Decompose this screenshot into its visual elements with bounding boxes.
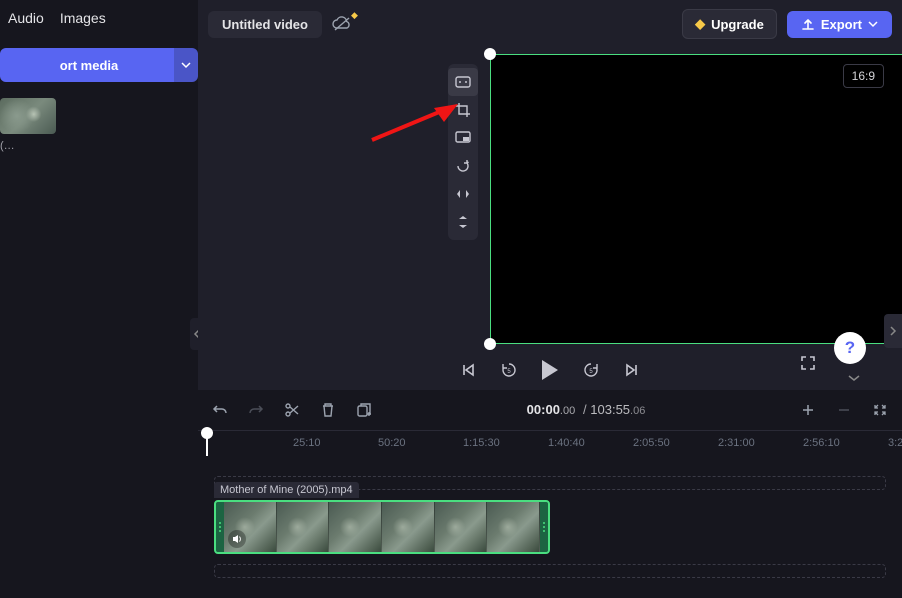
svg-text:5: 5: [589, 369, 593, 375]
chevron-down-icon: [181, 60, 191, 70]
ruler-tick: 1:15:30: [463, 437, 500, 449]
delete-button[interactable]: [320, 402, 336, 418]
track-placeholder-below[interactable]: [214, 564, 886, 578]
video-clip[interactable]: [214, 500, 550, 554]
left-panel: Audio Images ort media (…: [0, 0, 198, 380]
resize-handle-tl[interactable]: [484, 48, 496, 60]
import-media-button[interactable]: ort media: [0, 48, 174, 82]
tracks-area: Mother of Mine (2005).mp4: [198, 456, 902, 598]
crop-tool[interactable]: [448, 96, 478, 124]
chevron-down-icon: [868, 19, 878, 29]
media-tabs: Audio Images: [0, 0, 198, 36]
pip-tool[interactable]: [448, 124, 478, 152]
zoom-out-button[interactable]: [836, 402, 852, 418]
fullscreen-button[interactable]: [800, 355, 816, 376]
zoom-in-button[interactable]: [800, 402, 816, 418]
fit-timeline-button[interactable]: [872, 402, 888, 418]
chevron-down-icon: [848, 373, 860, 383]
playback-controls: 5 5: [460, 360, 640, 380]
clip-filename-label: Mother of Mine (2005).mp4: [214, 482, 359, 498]
flip-vertical-tool[interactable]: [448, 208, 478, 236]
clip-frame: [277, 502, 330, 552]
media-thumbnail[interactable]: [0, 98, 56, 134]
project-title[interactable]: Untitled video: [208, 11, 322, 38]
duplicate-button[interactable]: [356, 402, 372, 418]
clip-frames: [224, 502, 540, 552]
import-media-row: ort media: [0, 48, 198, 82]
clip-trim-left[interactable]: [216, 502, 224, 552]
gem-icon: ◆: [695, 16, 705, 32]
export-label: Export: [821, 17, 862, 32]
aspect-ratio-button[interactable]: 16:9: [843, 64, 884, 88]
import-media-caret[interactable]: [174, 48, 198, 82]
ruler-tick: 2:05:50: [633, 437, 670, 449]
clip-frame: [329, 502, 382, 552]
clip-frame: [435, 502, 488, 552]
resize-handle-bl[interactable]: [484, 338, 496, 350]
upload-icon: [801, 17, 815, 31]
tab-audio[interactable]: Audio: [8, 10, 44, 26]
upgrade-button[interactable]: ◆ Upgrade: [682, 9, 777, 39]
playhead[interactable]: [206, 431, 208, 456]
timeline-area: 00:00.00 / 103:55.06 25:10 50:20 1:15:30 1:…: [198, 390, 902, 596]
split-button[interactable]: [284, 402, 300, 418]
ruler-tick: 50:20: [378, 437, 406, 449]
timecode-display: 00:00.00 / 103:55.06: [392, 402, 780, 418]
annotation-arrow: [368, 104, 458, 144]
timeline-ruler[interactable]: 25:10 50:20 1:15:30 1:40:40 2:05:50 2:31:00 2:…: [198, 430, 902, 456]
forward-5-button[interactable]: 5: [582, 361, 600, 379]
topbar: Untitled video ◆ ◆ Upgrade Export: [198, 0, 902, 48]
ruler-tick: 1:40:40: [548, 437, 585, 449]
next-button[interactable]: [624, 362, 640, 378]
ruler-tick: 25:10: [293, 437, 321, 449]
preview-canvas[interactable]: [490, 54, 902, 344]
undo-button[interactable]: [212, 402, 228, 418]
media-thumbnail-label: (…: [0, 140, 198, 152]
prev-button[interactable]: [460, 362, 476, 378]
chevron-right-icon: [889, 326, 897, 336]
fit-tool[interactable]: [448, 68, 478, 96]
upgrade-label: Upgrade: [711, 17, 764, 32]
preview-canvas-wrap: [490, 54, 902, 344]
play-button[interactable]: [542, 360, 558, 380]
redo-button[interactable]: [248, 402, 264, 418]
canvas-tool-strip: [448, 64, 478, 240]
volume-icon[interactable]: [228, 530, 246, 548]
rewind-5-button[interactable]: 5: [500, 361, 518, 379]
rotate-tool[interactable]: [448, 152, 478, 180]
clip-frame: [487, 502, 540, 552]
video-clip-wrap: Mother of Mine (2005).mp4: [214, 500, 886, 554]
collapse-right-panel-button[interactable]: [884, 314, 902, 348]
gem-accent-icon: ◆: [351, 10, 358, 21]
ruler-tick: 2:31:00: [718, 437, 755, 449]
help-caret[interactable]: [848, 372, 860, 386]
timeline-toolbar: 00:00.00 / 103:55.06: [198, 390, 902, 430]
ruler-tick: 2:56:10: [803, 437, 840, 449]
tab-images[interactable]: Images: [60, 10, 106, 26]
svg-text:5: 5: [507, 369, 511, 375]
main-stage: Untitled video ◆ ◆ Upgrade Export: [198, 0, 902, 390]
export-button[interactable]: Export: [787, 11, 892, 38]
clip-frame: [382, 502, 435, 552]
clip-trim-right[interactable]: [540, 502, 548, 552]
help-button[interactable]: ?: [834, 332, 866, 364]
cloud-sync-icon[interactable]: ◆: [332, 16, 352, 32]
flip-horizontal-tool[interactable]: [448, 180, 478, 208]
ruler-tick: 3:2: [888, 437, 902, 449]
